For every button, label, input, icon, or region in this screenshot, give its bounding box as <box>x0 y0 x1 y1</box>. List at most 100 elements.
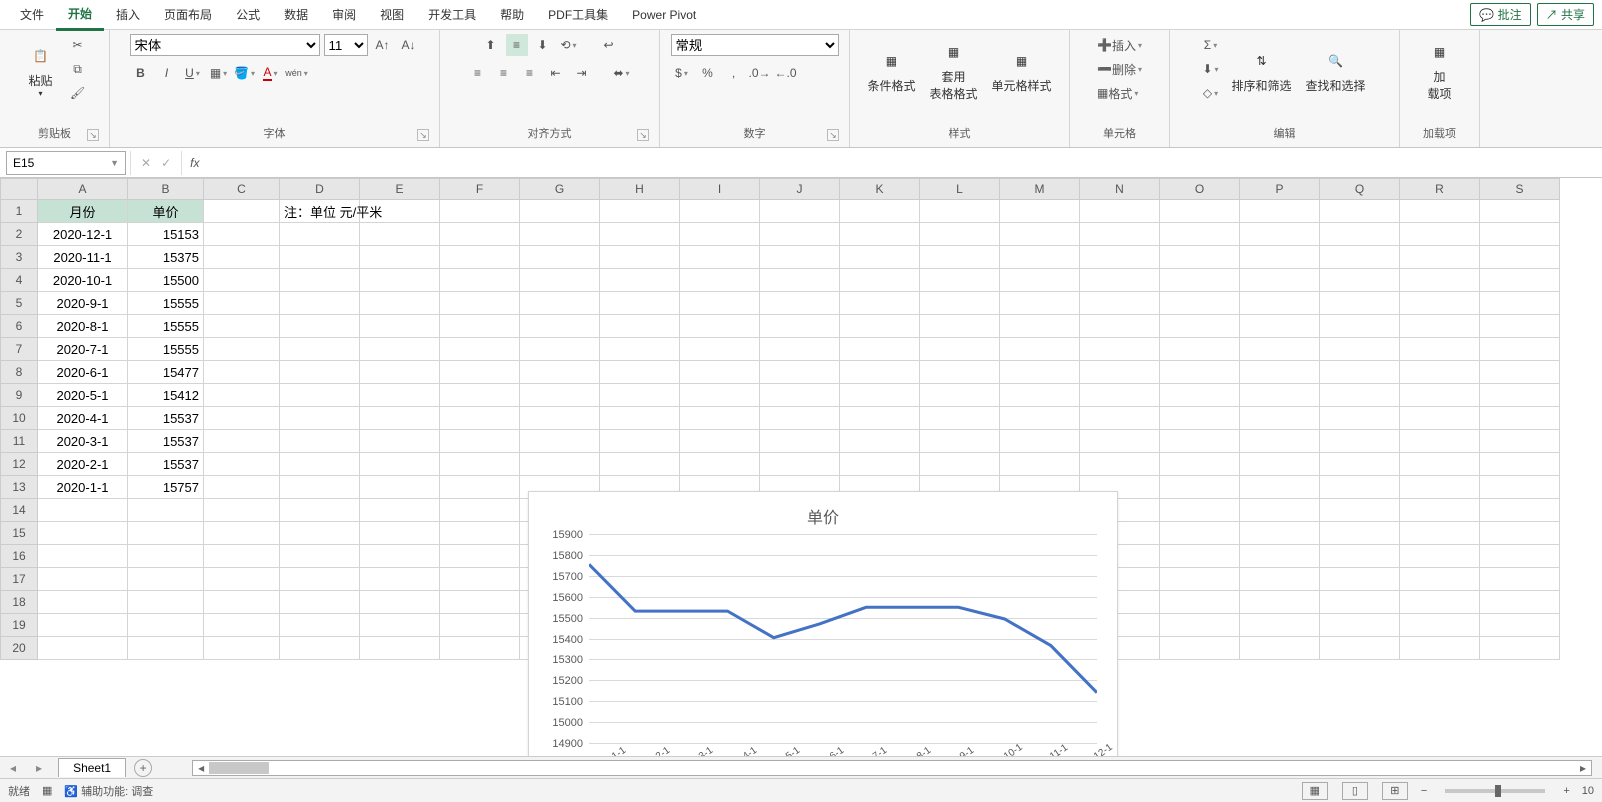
cell[interactable] <box>360 361 440 384</box>
cell[interactable] <box>204 269 280 292</box>
decrease-indent-button[interactable]: ⇤ <box>545 62 567 84</box>
column-header[interactable]: H <box>600 178 680 200</box>
cell[interactable] <box>1480 430 1560 453</box>
row-header[interactable]: 17 <box>0 568 38 591</box>
align-bottom-button[interactable]: ⬇ <box>532 34 554 56</box>
cell[interactable] <box>680 361 760 384</box>
cell[interactable] <box>600 361 680 384</box>
cell[interactable] <box>1480 614 1560 637</box>
cell[interactable] <box>600 223 680 246</box>
cell[interactable] <box>360 522 440 545</box>
column-header[interactable]: B <box>128 178 204 200</box>
paste-button[interactable]: 📋 粘贴▾ <box>21 38 61 100</box>
increase-decimal-button[interactable]: .0→ <box>749 62 771 84</box>
cell[interactable] <box>1400 200 1480 223</box>
column-header[interactable]: I <box>680 178 760 200</box>
cell[interactable] <box>1400 246 1480 269</box>
cell[interactable] <box>204 499 280 522</box>
cell[interactable] <box>520 292 600 315</box>
cell[interactable] <box>600 453 680 476</box>
zoom-level[interactable]: 10 <box>1582 785 1594 797</box>
cell[interactable] <box>440 269 520 292</box>
cell[interactable]: 15537 <box>128 453 204 476</box>
cell[interactable] <box>1160 430 1240 453</box>
cell[interactable] <box>204 246 280 269</box>
zoom-out-button[interactable]: − <box>1421 785 1427 797</box>
cell[interactable] <box>520 361 600 384</box>
cell[interactable] <box>280 453 360 476</box>
bold-button[interactable]: B <box>130 62 152 84</box>
cell[interactable] <box>760 246 840 269</box>
align-dialog-icon[interactable]: ↘ <box>637 129 649 141</box>
cell[interactable] <box>440 338 520 361</box>
cell[interactable] <box>1000 361 1080 384</box>
cell[interactable] <box>204 361 280 384</box>
embedded-chart[interactable]: 单价 1480014900150001510015200153001540015… <box>528 491 1118 756</box>
cell[interactable] <box>440 476 520 499</box>
cell[interactable] <box>280 269 360 292</box>
cell[interactable] <box>680 292 760 315</box>
column-header[interactable]: O <box>1160 178 1240 200</box>
cell[interactable] <box>1240 591 1320 614</box>
cut-button[interactable]: ✂ <box>67 34 89 56</box>
addins-button[interactable]: ▦加 载项 <box>1420 34 1460 104</box>
conditional-format-button[interactable]: ▦条件格式 <box>863 43 919 96</box>
cell[interactable] <box>1480 246 1560 269</box>
cell[interactable] <box>1400 545 1480 568</box>
cell[interactable]: 2020-7-1 <box>38 338 128 361</box>
cell[interactable] <box>1160 522 1240 545</box>
cell[interactable] <box>520 315 600 338</box>
format-painter-button[interactable]: 🖌 <box>67 82 89 104</box>
tab-help[interactable]: 帮助 <box>488 0 536 29</box>
cell[interactable] <box>760 430 840 453</box>
cell[interactable]: 2020-2-1 <box>38 453 128 476</box>
cell[interactable] <box>280 292 360 315</box>
cell[interactable] <box>1240 499 1320 522</box>
italic-button[interactable]: I <box>156 62 178 84</box>
column-header[interactable]: R <box>1400 178 1480 200</box>
cell[interactable] <box>1480 476 1560 499</box>
cell[interactable] <box>920 430 1000 453</box>
cell[interactable] <box>1400 637 1480 660</box>
cell[interactable] <box>1480 545 1560 568</box>
cell[interactable]: 单价 <box>128 200 204 223</box>
cell[interactable] <box>1400 522 1480 545</box>
find-select-button[interactable]: 🔍查找和选择 <box>1302 43 1370 96</box>
column-header[interactable]: A <box>38 178 128 200</box>
cell[interactable] <box>840 200 920 223</box>
cell[interactable] <box>1480 200 1560 223</box>
tab-nav-next[interactable]: ▸ <box>26 761 52 775</box>
zoom-in-button[interactable]: + <box>1563 785 1569 797</box>
cell[interactable] <box>1400 223 1480 246</box>
cell[interactable] <box>280 499 360 522</box>
cell[interactable] <box>760 338 840 361</box>
cell[interactable] <box>204 338 280 361</box>
row-header[interactable]: 5 <box>0 292 38 315</box>
cell[interactable] <box>840 269 920 292</box>
accessibility-status[interactable]: ♿ 辅助功能: 调查 <box>64 783 153 799</box>
add-sheet-button[interactable]: + <box>134 759 152 777</box>
cell[interactable] <box>1240 407 1320 430</box>
cell[interactable] <box>1240 568 1320 591</box>
cell[interactable]: 2020-12-1 <box>38 223 128 246</box>
cell[interactable] <box>680 430 760 453</box>
tab-pagelayout[interactable]: 页面布局 <box>152 0 224 29</box>
cell[interactable] <box>1160 338 1240 361</box>
tab-review[interactable]: 审阅 <box>320 0 368 29</box>
cell[interactable] <box>520 430 600 453</box>
cell[interactable] <box>1160 292 1240 315</box>
cell[interactable] <box>840 430 920 453</box>
cell[interactable] <box>520 200 600 223</box>
pagebreak-view-button[interactable]: ⊞ <box>1382 782 1408 800</box>
cell[interactable]: 15500 <box>128 269 204 292</box>
cell[interactable] <box>360 384 440 407</box>
cell[interactable] <box>440 361 520 384</box>
cell[interactable] <box>280 407 360 430</box>
cell[interactable] <box>128 522 204 545</box>
name-box[interactable]: E15▼ <box>6 151 126 175</box>
borders-button[interactable]: ▦ <box>208 62 230 84</box>
cell-styles-button[interactable]: ▦单元格样式 <box>988 43 1056 96</box>
cell[interactable] <box>280 430 360 453</box>
macro-icon[interactable]: ▦ <box>42 784 52 797</box>
cell[interactable] <box>280 476 360 499</box>
